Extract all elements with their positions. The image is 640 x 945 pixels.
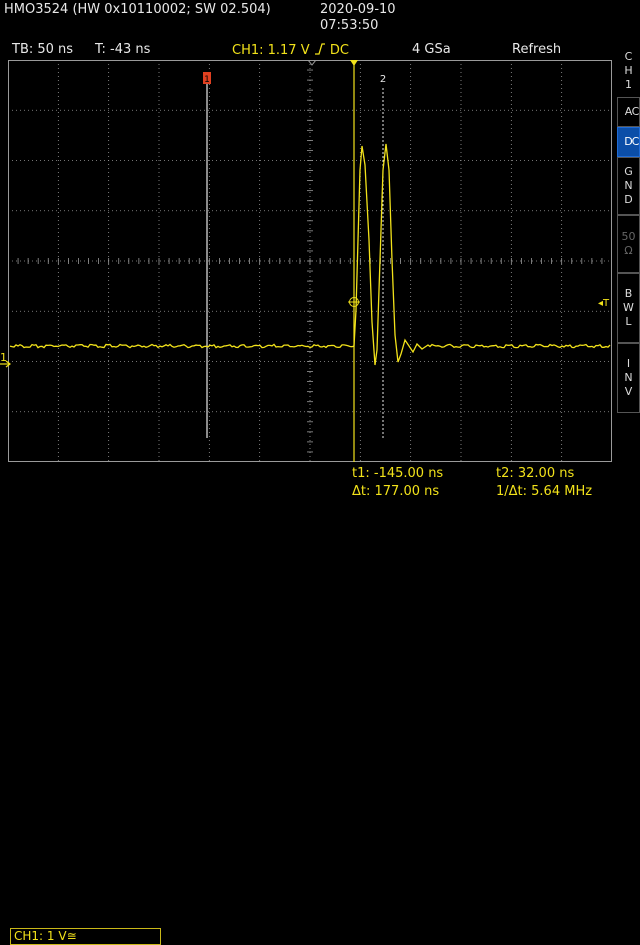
button-char: L (625, 315, 632, 328)
timebase-readout[interactable]: TB: 50 ns (12, 43, 73, 57)
trigger-level-marker[interactable]: ◂T (598, 298, 610, 309)
menu-title-char: H (624, 64, 633, 77)
cursor-2-label: 2 (380, 74, 386, 85)
delta-t-readout: Δt: 177.00 ns (352, 484, 440, 499)
ch1-scale-box[interactable]: CH1: 1 V≅ (10, 928, 161, 945)
channel-readout[interactable]: CH1: 1.17 V DC (232, 43, 349, 58)
ch1-coupling-symbol: ≅ (66, 929, 77, 943)
inverse-delta-t-readout: 1/Δt: 5.64 MHz (496, 484, 593, 499)
trigger-time-readout[interactable]: T: -43 ns (95, 43, 150, 57)
button-char: N (624, 371, 633, 384)
waveform-display[interactable]: 1 2 ◂T (8, 60, 612, 462)
time-display: 07:53:50 (320, 18, 379, 33)
cursor-1-label: 1 (204, 75, 210, 85)
coupling-dc-button[interactable]: D C (617, 127, 640, 157)
impedance-50-ohm-button[interactable]: 50 Ω (617, 215, 640, 273)
button-char: V (624, 385, 633, 398)
button-char: C (631, 105, 640, 118)
ch1-ground-arrow-icon (0, 360, 11, 368)
device-info: HMO3524 (HW 0x10110002; SW 02.504) (4, 2, 271, 17)
button-char: N (624, 179, 633, 192)
measurement-bar: CH1: 1 V≅ t1: -145.00 ns t2: 32.00 ns Δt… (0, 462, 612, 945)
menu-title-char: 1 (625, 78, 632, 91)
invert-button[interactable]: I N V (617, 343, 640, 413)
button-char: W (623, 301, 634, 314)
ch1-scale-value: CH1: 1 V (14, 929, 67, 943)
channel-menu: C H 1 A C D C G N D 50 Ω B W L I N V (617, 40, 640, 520)
button-char: B (624, 287, 633, 300)
button-char: G (624, 165, 633, 178)
button-char: C (631, 135, 640, 148)
status-bar: TB: 50 ns T: -43 ns CH1: 1.17 V DC 4 GSa… (0, 40, 612, 60)
acquisition-mode[interactable]: Refresh (512, 43, 561, 57)
button-char: 50 (621, 230, 636, 243)
title-bar: HMO3524 (HW 0x10110002; SW 02.504) 2020-… (0, 0, 640, 40)
button-char: D (624, 193, 633, 206)
coupling-gnd-button[interactable]: G N D (617, 157, 640, 215)
button-char: Ω (624, 244, 633, 257)
sample-rate-readout: 4 GSa (412, 42, 451, 57)
channel-level: CH1: 1.17 V (232, 43, 310, 58)
cursor-t1-readout: t1: -145.00 ns (352, 466, 444, 481)
bandwidth-limit-button[interactable]: B W L (617, 273, 640, 343)
coupling-ac-button[interactable]: A C (617, 97, 640, 127)
trigger-level-label: T (602, 298, 610, 309)
button-char: I (626, 357, 631, 370)
menu-title-ch1: C H 1 (617, 46, 640, 96)
date-display: 2020-09-10 (320, 2, 396, 17)
rising-edge-icon (314, 43, 325, 55)
menu-title-char: C (624, 50, 633, 63)
channel-coupling: DC (329, 43, 349, 58)
cursor-t2-readout: t2: 32.00 ns (496, 466, 575, 481)
